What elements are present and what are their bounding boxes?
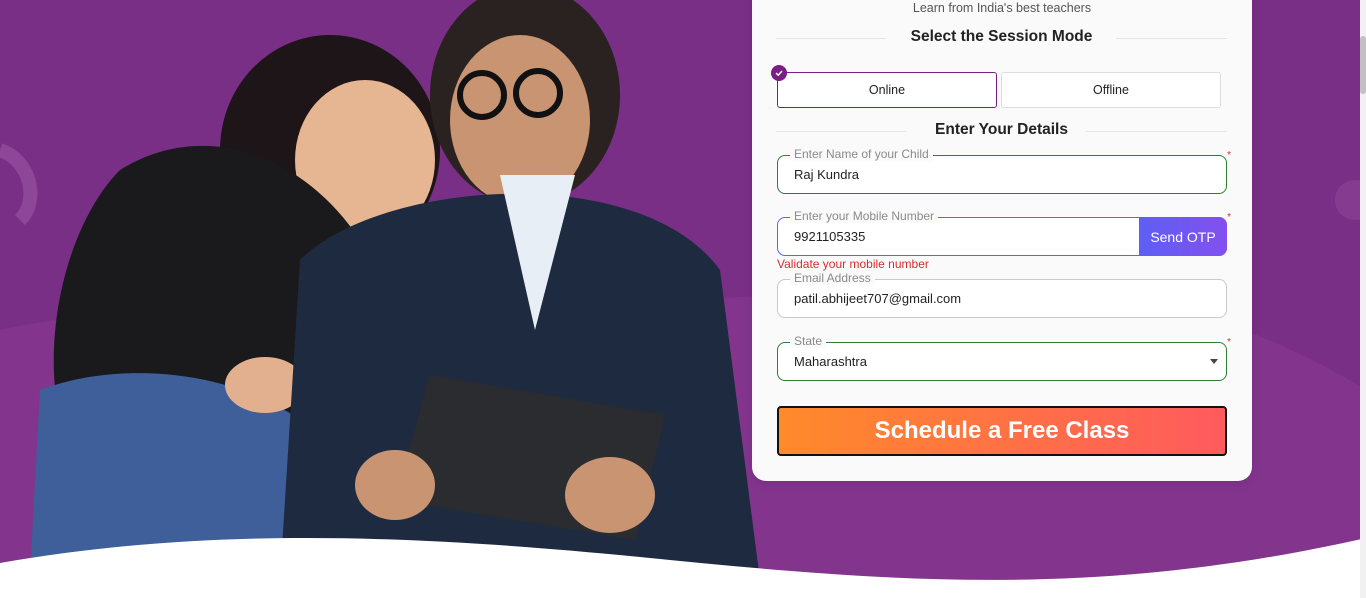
schedule-free-class-button[interactable]: Schedule a Free Class (777, 406, 1227, 456)
send-otp-button[interactable]: Send OTP (1139, 217, 1227, 256)
dropdown-arrow-icon (1210, 359, 1218, 364)
hero-bottom-wave (0, 538, 1366, 598)
details-title: Enter Your Details (935, 121, 1068, 138)
state-value: Maharashtra (794, 354, 867, 369)
email-field[interactable]: Email Address patil.abhijeet707@gmail.co… (777, 271, 1227, 318)
mobile-number-label: Enter your Mobile Number (790, 209, 939, 223)
email-value[interactable]: patil.abhijeet707@gmail.com (794, 291, 961, 306)
child-name-field[interactable]: Enter Name of your Child Raj Kundra * (777, 147, 1231, 194)
scrollbar-thumb[interactable] (1360, 36, 1366, 94)
online-mode-label: Online (868, 83, 906, 97)
state-select[interactable]: State Maharashtra * (777, 334, 1231, 381)
mobile-validation-error: Validate your mobile number (777, 257, 929, 271)
email-label: Email Address (790, 271, 875, 285)
tagline: Learn from India's best teachers (912, 1, 1092, 15)
required-mark: * (1227, 212, 1231, 223)
mobile-number-field[interactable]: Enter your Mobile Number 9921105335 Send… (777, 209, 1231, 256)
offline-mode-option[interactable]: Offline (1001, 72, 1221, 108)
child-name-value[interactable]: Raj Kundra (794, 167, 859, 182)
required-mark: * (1227, 150, 1231, 161)
required-mark: * (1227, 337, 1231, 348)
details-header: Enter Your Details (776, 121, 1227, 143)
online-mode-option[interactable]: Online (771, 65, 997, 108)
child-name-label: Enter Name of your Child (790, 147, 933, 161)
lead-form-card: Learn from India's best teachers Select … (752, 0, 1252, 481)
page-scrollbar[interactable] (1360, 0, 1366, 598)
hero-photo (30, 0, 760, 580)
mobile-number-value[interactable]: 9921105335 (794, 229, 865, 244)
state-label: State (790, 334, 827, 348)
session-mode-header: Select the Session Mode (776, 28, 1227, 50)
check-icon (771, 65, 787, 81)
offline-mode-label: Offline (1093, 83, 1129, 97)
session-mode-title: Select the Session Mode (910, 28, 1093, 45)
